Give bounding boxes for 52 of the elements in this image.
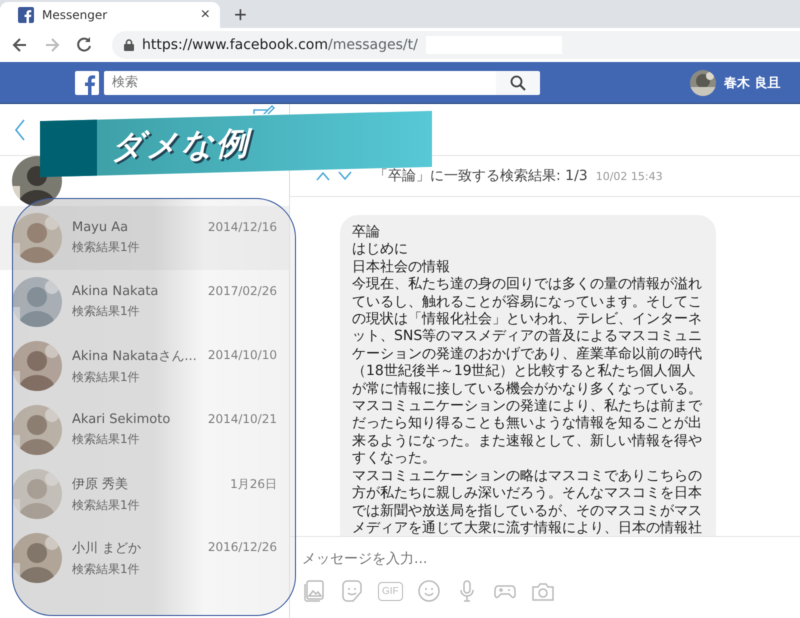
message-line: 方が私たちに親しみ深いだろう。そんなマスコミを日本: [352, 485, 702, 502]
conversation-item[interactable]: Akari Sekimoto 検索結果1件 2014/10/21: [0, 398, 289, 462]
contact-name: Akina Nakataさん...: [72, 348, 198, 364]
search-field[interactable]: 検索: [104, 70, 496, 94]
contact-name: Mayu Aa: [72, 220, 130, 235]
search-match-count: 検索結果1件: [72, 496, 141, 514]
conversation-item[interactable]: Mayu Aa 検索結果1件 2014/12/16: [0, 206, 289, 270]
banner-text: ダメな例: [111, 122, 250, 170]
message-line: 今現在、私たち達の身の回りでは多くの量の情報が溢れ: [352, 276, 702, 294]
search-match-count: 検索結果1件: [72, 303, 141, 320]
message-line: ケーションの発達のおかげであり、産業革命以前の時代: [352, 346, 702, 364]
conversation-date: 2014/12/16: [208, 220, 277, 234]
message-line: （18世紀後半～19世紀）と比較すると私たち個人個人: [352, 363, 697, 381]
message-line: はじめに: [352, 241, 409, 259]
contact-name: 伊原 秀美: [72, 476, 130, 492]
search-match-count: 検索結果1件: [72, 560, 141, 578]
search-match-count: 検索結果1件: [72, 368, 141, 386]
conversation-item[interactable]: Akina Nakata 検索結果1件 2017/02/26: [0, 270, 289, 334]
message-line: ット、SNS等のマスメディアの普及によるマスコミュニ: [352, 328, 702, 346]
contact-name: 小川 まどか: [72, 540, 142, 556]
user-name[interactable]: 春木 良且: [724, 74, 781, 92]
message-line: マスコミュニケーションの略はマスコミでありこちらの: [352, 468, 702, 485]
new-tab-button[interactable]: +: [228, 2, 253, 28]
message-input[interactable]: メッセージを入力...: [302, 547, 602, 571]
message-line: マスコミュニケーションの発達により、私たちは前まで: [352, 398, 702, 416]
message-line: が常に情報に接している機会がかなり多くなっている。: [352, 380, 702, 398]
message-line: だったら知り得ることも無いような情報を知ることが出: [352, 415, 702, 433]
search-match-count: 検索結果1件: [72, 239, 141, 256]
contact-name: Akina Nakata: [72, 284, 160, 299]
message-line: の現状は「情報化社会」といわれ、テレビ、インターネ: [352, 311, 702, 328]
close-tab-button[interactable]: ×: [200, 6, 210, 24]
search-match-count: 検索結果1件: [72, 431, 141, 448]
message-line: ているし、触れることが容易になっています。そしてこ: [352, 294, 702, 312]
message-line: すくなった。: [352, 450, 437, 468]
conversation-date: 2014/10/21: [208, 412, 277, 426]
conversation-date: 2014/10/10: [208, 348, 277, 362]
search-result-text: 「卒論」に一致する検索結果: 1/3: [374, 167, 588, 185]
conversation-date: 2017/02/26: [208, 284, 277, 298]
conversation-date: 1月26日: [230, 476, 277, 493]
conversation-date: 2016/12/26: [208, 540, 277, 554]
message-line: メディアを通じて大衆に流す情報により、日本の情報社: [352, 520, 702, 536]
message-time: 10/02 15:43: [596, 170, 663, 182]
message-line: では新聞や放送局を指しているが、そのマスコミがマス: [352, 502, 702, 520]
browser-tab[interactable]: Messenger ×: [0, 2, 220, 28]
conversation-item[interactable]: Akina Nakataさん... 検索結果1件 2014/10/10: [0, 334, 289, 398]
tab-title: Messenger: [42, 8, 108, 22]
conversation-item[interactable]: 小川 まどか 検索結果1件 2016/12/26: [0, 526, 289, 590]
message-line: 卒論: [352, 224, 381, 242]
message-line: 日本社会の情報: [352, 258, 451, 276]
message-line: 来るようになった。また速報として、新しい情報を得や: [352, 432, 702, 450]
conversation-item[interactable]: 伊原 秀美 検索結果1件 1月26日: [0, 462, 289, 526]
contact-name: Akari Sekimoto: [72, 412, 172, 427]
